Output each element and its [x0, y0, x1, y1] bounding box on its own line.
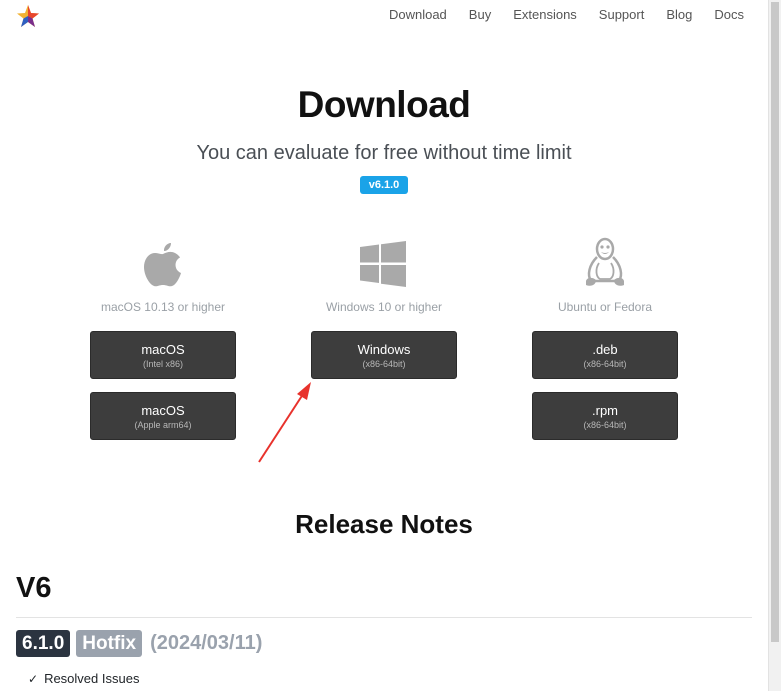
rpm-download-button[interactable]: .rpm (x86-64bit) [532, 392, 678, 440]
deb-download-button[interactable]: .deb (x86-64bit) [532, 331, 678, 379]
button-title: .rpm [592, 403, 618, 418]
button-subtitle: (Intel x86) [142, 359, 184, 369]
scrollbar-thumb[interactable] [771, 2, 779, 642]
release-version-row: 6.1.0 Hotfix (2024/03/11) [16, 630, 262, 657]
button-subtitle: (x86-64bit) [583, 420, 627, 430]
apple-icon [144, 243, 181, 287]
page-scrollbar[interactable] [768, 0, 781, 691]
page: Download Buy Extensions Support Blog Doc… [0, 0, 768, 691]
linux-tux-icon [586, 237, 624, 286]
nav-download[interactable]: Download [378, 7, 458, 23]
hotfix-tag: Hotfix [76, 630, 143, 657]
nav-blog[interactable]: Blog [655, 7, 703, 23]
nav-extensions[interactable]: Extensions [502, 7, 588, 23]
linux-requirement: Ubuntu or Fedora [557, 300, 653, 314]
button-subtitle: (x86-64bit) [362, 359, 406, 369]
resolved-issues-item[interactable]: ✓ Resolved Issues [28, 671, 139, 686]
button-title: Windows [357, 342, 411, 357]
divider [16, 617, 752, 618]
major-version-heading: V6 [16, 572, 52, 604]
nav-buy[interactable]: Buy [458, 7, 502, 23]
button-title: macOS [141, 342, 185, 357]
resolved-issues-label: Resolved Issues [44, 671, 140, 686]
release-date: (2024/03/11) [150, 632, 263, 654]
windows-requirement: Windows 10 or higher [325, 300, 443, 314]
page-subtitle: You can evaluate for free without time l… [196, 142, 572, 164]
button-title: macOS [141, 403, 185, 418]
annotation-arrow-icon [258, 382, 311, 463]
nav-docs[interactable]: Docs [703, 7, 744, 23]
button-title: .deb [592, 342, 618, 357]
top-nav: Download Buy Extensions Support Blog Doc… [378, 7, 744, 23]
macos-intel-download-button[interactable]: macOS (Intel x86) [90, 331, 236, 379]
button-subtitle: (Apple arm64) [134, 420, 192, 430]
logo-star-icon[interactable] [16, 4, 40, 28]
button-subtitle: (x86-64bit) [583, 359, 627, 369]
windows-icon [360, 241, 406, 287]
version-badge: v6.1.0 [360, 176, 408, 194]
release-version-tag: 6.1.0 [16, 630, 71, 657]
macos-arm-download-button[interactable]: macOS (Apple arm64) [90, 392, 236, 440]
check-icon: ✓ [28, 671, 39, 686]
release-notes-heading: Release Notes [295, 509, 473, 539]
mac-requirement: macOS 10.13 or higher [100, 300, 226, 314]
page-title: Download [297, 84, 471, 125]
windows-download-button[interactable]: Windows (x86-64bit) [311, 331, 457, 379]
nav-support[interactable]: Support [588, 7, 656, 23]
